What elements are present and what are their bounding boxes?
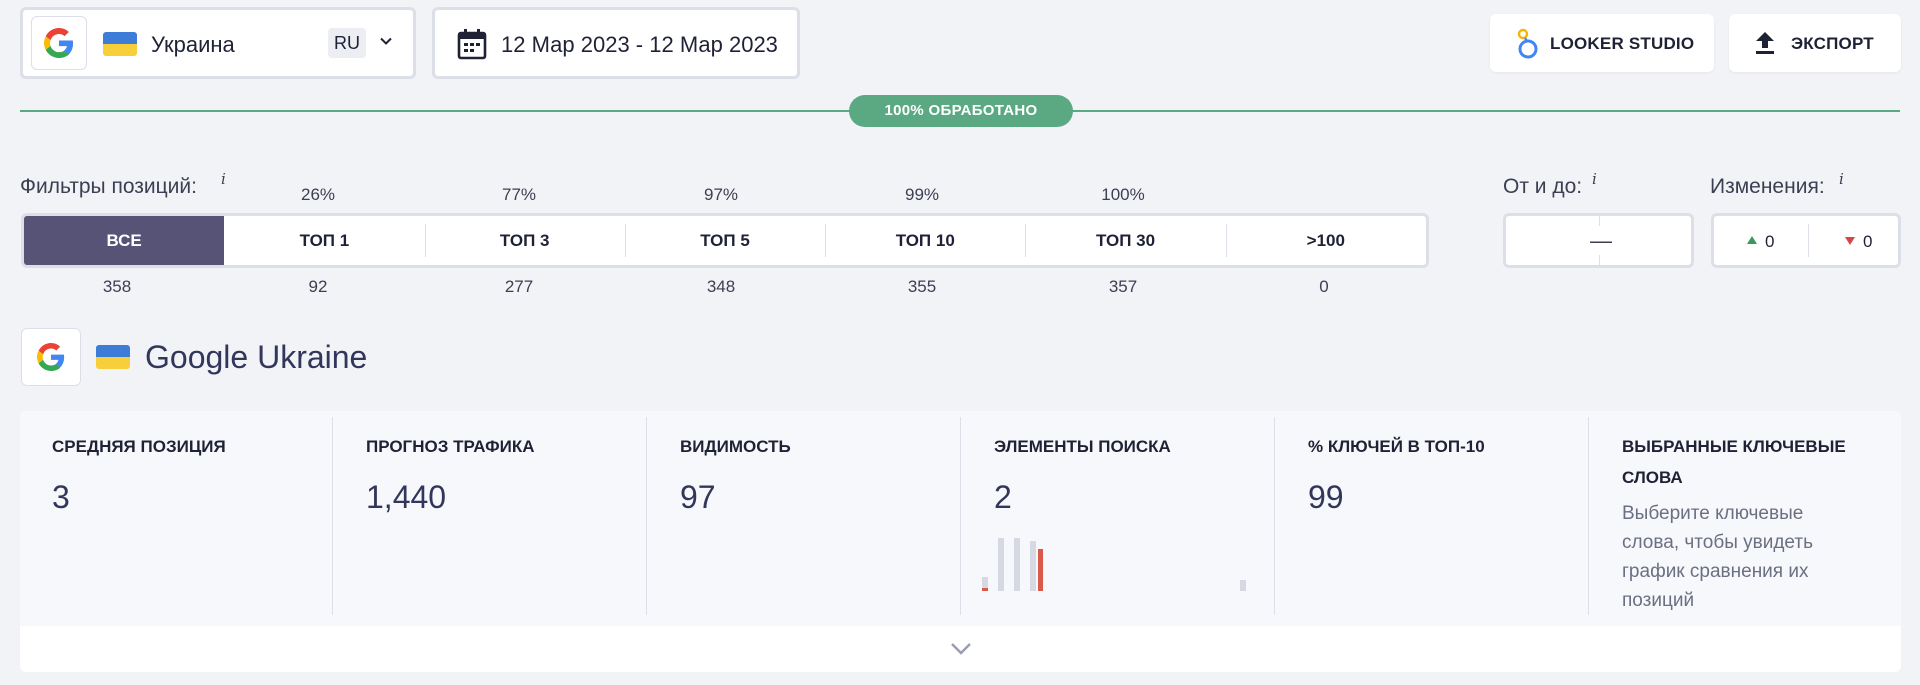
range-separator: — [1590, 228, 1612, 253]
filter-percent-top1: 26% [300, 185, 336, 204]
filter-top5[interactable]: ТОП 5 [624, 216, 825, 265]
metric-traffic-forecast: ПРОГНОЗ ТРАФИКА 1,440 [334, 411, 648, 611]
position-filters-title: Фильтры позиций: [20, 175, 197, 198]
sparkline-bar [1030, 541, 1036, 591]
filter-percent-top3: 77% [501, 185, 537, 204]
ukraine-flag-icon [103, 32, 137, 56]
sparkline-bar [1038, 549, 1043, 591]
metric-hint: Выберите ключевые слова, чтобы увидеть г… [1622, 503, 1813, 611]
metric-value: 99 [1308, 479, 1344, 515]
metric-search-elements: ЭЛЕМЕНТЫ ПОИСКА 2 [962, 411, 1276, 611]
metrics-panel: СРЕДНЯЯ ПОЗИЦИЯ 3 ПРОГНОЗ ТРАФИКА 1,440 … [20, 411, 1901, 672]
metric-avg-position: СРЕДНЯЯ ПОЗИЦИЯ 3 [20, 411, 334, 611]
filter-percent-top10: 99% [904, 185, 940, 204]
metric-value: 3 [52, 479, 70, 515]
metric-label: ПРОГНОЗ ТРАФИКА [366, 437, 535, 456]
metric-top10-keys: % КЛЮЧЕЙ В ТОП-10 99 [1276, 411, 1590, 611]
looker-studio-button[interactable]: LOOKER STUDIO [1490, 14, 1714, 72]
filter-count-top3: 277 [504, 277, 534, 296]
triangle-down-icon [1845, 237, 1855, 245]
changes-down-toggle[interactable]: 0 [1809, 216, 1901, 265]
metric-value: 97 [680, 479, 716, 515]
sparkline-bar [1014, 538, 1020, 591]
changes-up-count: 0 [1765, 232, 1775, 251]
filter-all[interactable]: ВСЕ [24, 216, 225, 265]
metric-value: 2 [994, 479, 1012, 515]
chevron-down-icon [950, 643, 971, 655]
google-logo-icon [21, 328, 81, 386]
expand-panel-toggle[interactable] [20, 626, 1901, 672]
date-range-text: 12 Мар 2023 - 12 Мар 2023 [501, 32, 778, 57]
google-logo-icon [31, 16, 87, 70]
filter-count-over100: 0 [1319, 277, 1329, 296]
looker-studio-label: LOOKER STUDIO [1550, 34, 1695, 53]
range-title: От и до: [1503, 175, 1583, 198]
metric-label: СРЕДНЯЯ ПОЗИЦИЯ [52, 437, 226, 456]
metric-label: ВИДИМОСТЬ [680, 437, 791, 456]
metric-visibility: ВИДИМОСТЬ 97 [648, 411, 962, 611]
filter-count-top1: 92 [308, 277, 328, 296]
looker-studio-icon [1517, 28, 1538, 59]
filter-top3[interactable]: ТОП 3 [424, 216, 625, 265]
calendar-icon [457, 29, 487, 60]
date-range-picker[interactable]: 12 Мар 2023 - 12 Мар 2023 [432, 7, 800, 79]
metric-label: ВЫБРАННЫЕ КЛЮЧЕВЫЕ СЛОВА [1622, 437, 1846, 487]
progress-badge: 100% ОБРАБОТАНО [849, 95, 1073, 127]
triangle-up-icon [1747, 236, 1757, 244]
range-info-icon[interactable]: i [1592, 170, 1597, 188]
metric-label: % КЛЮЧЕЙ В ТОП-10 [1308, 437, 1485, 456]
changes-title: Изменения: [1710, 175, 1825, 198]
language-badge: RU [328, 28, 366, 58]
ukraine-flag-icon [96, 345, 130, 369]
changes-info-icon[interactable]: i [1839, 170, 1844, 188]
metric-selected-keywords: ВЫБРАННЫЕ КЛЮЧЕВЫЕ СЛОВА Выберите ключев… [1590, 411, 1901, 611]
sparkline-bar [982, 588, 988, 591]
search-elements-sparkline[interactable] [982, 531, 1252, 591]
filter-count-top10: 355 [907, 277, 937, 296]
sparkline-bar [998, 538, 1004, 591]
filter-top1[interactable]: ТОП 1 [224, 216, 424, 265]
country-label: Украина [151, 32, 235, 57]
filter-count-top5: 348 [706, 277, 736, 296]
upload-icon [1756, 32, 1774, 54]
export-label: ЭКСПОРТ [1791, 34, 1874, 53]
engine-country-selector[interactable]: Украина RU [20, 7, 416, 79]
engine-title: Google Ukraine [145, 339, 368, 375]
info-icon[interactable]: i [221, 170, 226, 188]
position-filter-bar: ВСЕ ТОП 1 ТОП 3 ТОП 5 ТОП 10 ТОП 30 >100 [21, 213, 1429, 268]
filter-top10[interactable]: ТОП 10 [825, 216, 1025, 265]
filter-percent-top30: 100% [1101, 185, 1145, 204]
filter-top30[interactable]: ТОП 30 [1025, 216, 1225, 265]
metric-value: 1,440 [366, 479, 447, 515]
export-button[interactable]: ЭКСПОРТ [1729, 14, 1901, 72]
changes-up-toggle[interactable]: 0 [1714, 216, 1808, 265]
changes-down-count: 0 [1863, 232, 1873, 251]
filter-count-top30: 357 [1108, 277, 1138, 296]
filter-count-all: 358 [102, 277, 132, 296]
filter-over100[interactable]: >100 [1225, 216, 1426, 265]
changes-filter: 0 0 [1711, 213, 1901, 268]
filter-percent-top5: 97% [703, 185, 739, 204]
sparkline-bar [1240, 580, 1246, 591]
metric-label: ЭЛЕМЕНТЫ ПОИСКА [994, 437, 1171, 456]
chevron-down-icon [380, 37, 392, 45]
